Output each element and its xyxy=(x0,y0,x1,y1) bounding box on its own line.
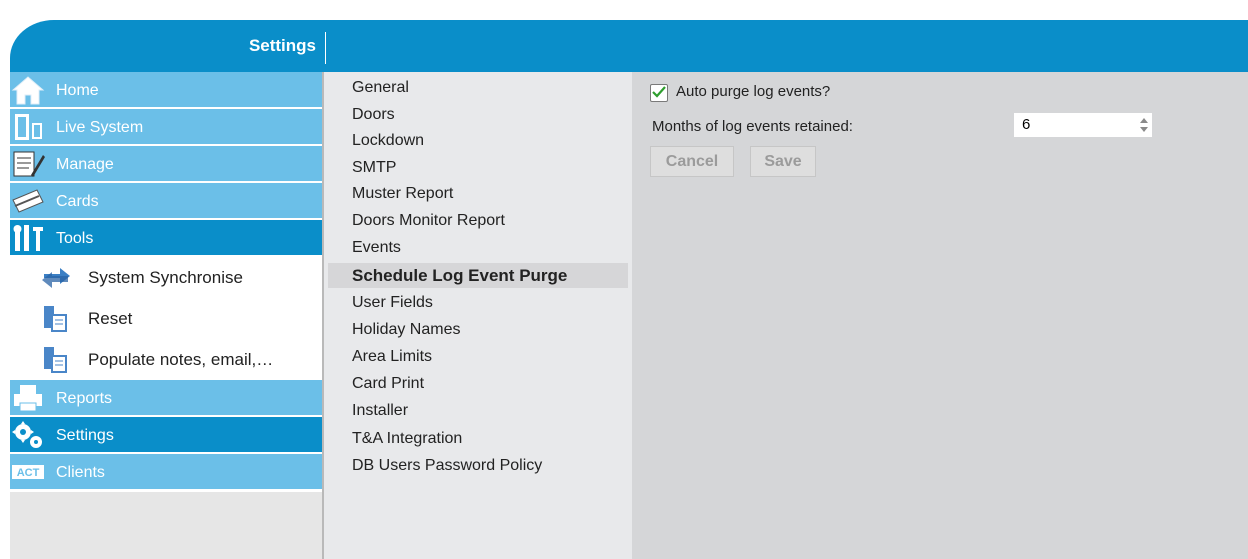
auto-purge-label: Auto purge log events? xyxy=(676,83,831,100)
cards-icon xyxy=(10,185,46,216)
months-retained-value: 6 xyxy=(1022,116,1031,133)
settings-menu: General Doors Lockdown SMTP Muster Repor… xyxy=(324,72,632,559)
menu-item-muster-report[interactable]: Muster Report xyxy=(352,181,453,207)
sidebar-item-label: Tools xyxy=(56,230,94,247)
act-logo-icon: ACT xyxy=(10,456,46,487)
tools-icon xyxy=(10,222,46,253)
menu-item-ta-integration[interactable]: T&A Integration xyxy=(352,426,462,452)
menu-item-lockdown[interactable]: Lockdown xyxy=(352,128,424,154)
menu-item-db-users-password-policy[interactable]: DB Users Password Policy xyxy=(352,453,542,479)
gears-icon xyxy=(10,419,46,450)
sidebar-item-tools[interactable]: Tools xyxy=(10,220,322,255)
menu-item-events[interactable]: Events xyxy=(352,235,401,261)
svg-text:ACT: ACT xyxy=(17,467,40,479)
spinner-arrows-icon[interactable] xyxy=(1138,116,1150,134)
sidebar-item-reports[interactable]: Reports xyxy=(10,380,322,415)
top-bar: Settings xyxy=(10,20,1248,72)
menu-item-schedule-log-event-purge[interactable]: Schedule Log Event Purge xyxy=(352,263,567,289)
menu-item-smtp[interactable]: SMTP xyxy=(352,155,396,181)
menu-item-user-fields[interactable]: User Fields xyxy=(352,290,433,316)
tools-sub-label: System Synchronise xyxy=(88,268,243,287)
menu-item-installer[interactable]: Installer xyxy=(352,398,408,424)
months-retained-label: Months of log events retained: xyxy=(652,118,853,135)
save-button[interactable]: Save xyxy=(750,146,816,177)
menu-item-doors-monitor-report[interactable]: Doors Monitor Report xyxy=(352,208,505,234)
sidebar-item-label: Cards xyxy=(56,193,99,210)
sidebar-item-label: Settings xyxy=(56,427,114,444)
tools-sub-system-synchronise[interactable]: System Synchronise xyxy=(10,257,322,298)
sidebar-item-cards[interactable]: Cards xyxy=(10,183,322,218)
home-icon xyxy=(10,74,46,105)
sidebar-item-home[interactable]: Home xyxy=(10,72,322,107)
auto-purge-checkbox[interactable] xyxy=(650,84,668,102)
settings-form-pane: Auto purge log events? Months of log eve… xyxy=(632,72,1248,559)
menu-item-card-print[interactable]: Card Print xyxy=(352,371,424,397)
sidebar-item-label: Manage xyxy=(56,156,114,173)
menu-item-doors[interactable]: Doors xyxy=(352,102,395,128)
checkmark-icon xyxy=(652,86,666,98)
months-retained-stepper[interactable]: 6 xyxy=(1014,113,1152,137)
sidebar-item-manage[interactable]: Manage xyxy=(10,146,322,181)
title-divider xyxy=(325,32,326,64)
sidebar: Home Live System Manage Cards Tools Syst… xyxy=(10,72,324,559)
menu-item-holiday-names[interactable]: Holiday Names xyxy=(352,317,460,343)
printer-icon xyxy=(10,382,46,413)
tools-sub-label: Populate notes, email,… xyxy=(88,350,274,369)
sidebar-item-label: Home xyxy=(56,82,99,99)
cancel-button[interactable]: Cancel xyxy=(650,146,734,177)
tools-sub-populate-notes[interactable]: Populate notes, email,… xyxy=(10,339,322,380)
sync-icon xyxy=(38,264,74,292)
sidebar-item-settings[interactable]: Settings xyxy=(10,417,322,452)
menu-item-area-limits[interactable]: Area Limits xyxy=(352,344,432,370)
tools-sub-reset[interactable]: Reset xyxy=(10,298,322,339)
menu-item-general[interactable]: General xyxy=(352,75,409,101)
sidebar-item-label: Reports xyxy=(56,390,113,407)
server-icon xyxy=(38,346,74,374)
page-title: Settings xyxy=(248,36,316,55)
sidebar-empty-area xyxy=(10,492,322,559)
sidebar-item-label: Clients xyxy=(56,464,105,481)
notepad-icon xyxy=(10,148,46,179)
sidebar-item-label: Live System xyxy=(56,119,144,136)
sidebar-item-clients[interactable]: ACT Clients xyxy=(10,454,322,489)
tools-sub-label: Reset xyxy=(88,309,133,328)
door-icon xyxy=(10,111,46,142)
sidebar-item-live-system[interactable]: Live System xyxy=(10,109,322,144)
server-icon xyxy=(38,305,74,333)
